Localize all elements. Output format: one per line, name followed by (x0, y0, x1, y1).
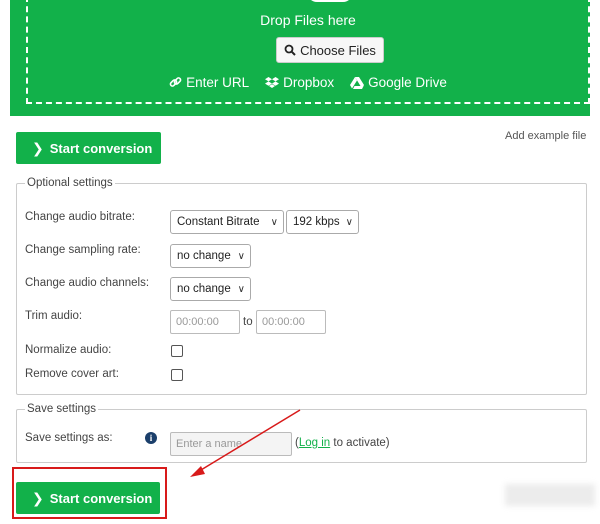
blurred-watermark (505, 484, 595, 506)
annotation-arrow (190, 409, 301, 477)
start-conversion-label: Start conversion (49, 490, 153, 506)
start-conversion-button-bottom[interactable]: ❯ Start conversion (16, 482, 160, 514)
chevron-right-icon: ❯ (32, 489, 44, 506)
